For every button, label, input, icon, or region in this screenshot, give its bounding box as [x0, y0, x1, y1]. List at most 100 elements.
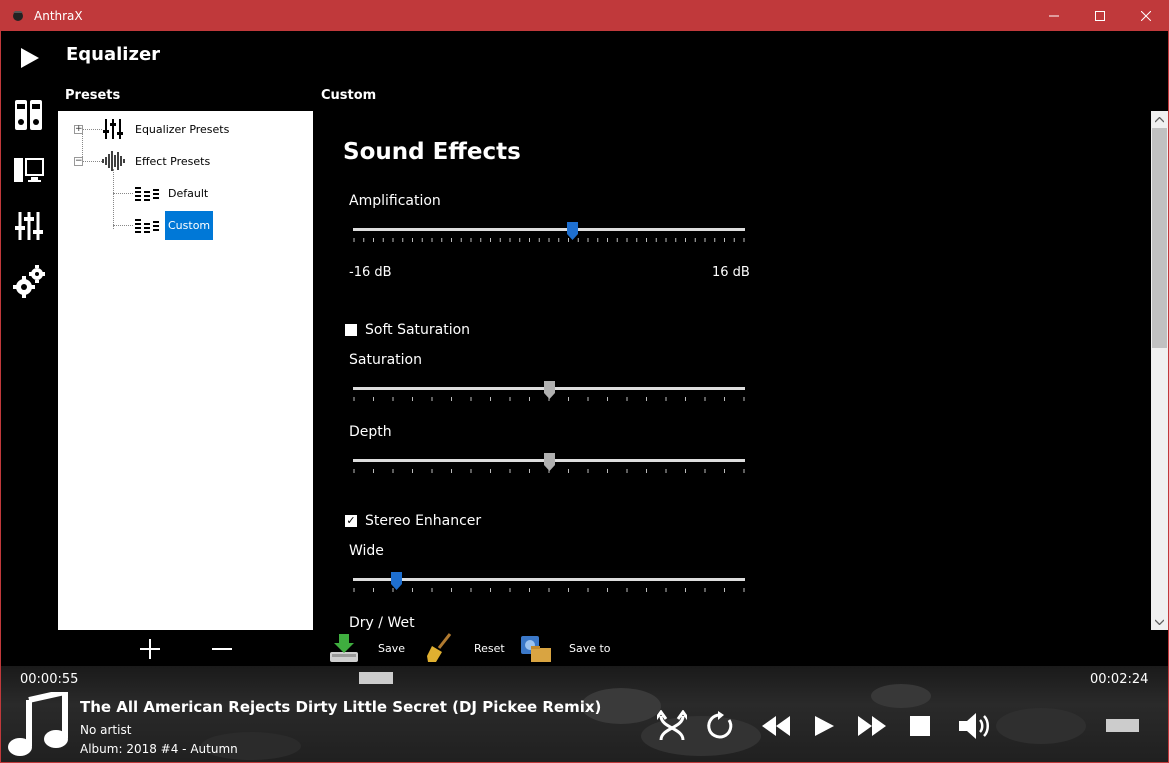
tree-node-equalizer-presets[interactable]: Equalizer Presets	[102, 115, 232, 143]
library-icon	[15, 100, 42, 130]
reset-label: Reset	[474, 641, 505, 655]
plus-icon	[140, 639, 160, 659]
wide-label: Wide	[349, 543, 384, 559]
sidebar-item-library[interactable]	[11, 97, 47, 133]
slider-thumb[interactable]	[543, 381, 555, 399]
music-note-icon	[8, 692, 68, 756]
sidebar-item-devices[interactable]	[11, 153, 47, 189]
total-time: 00:02:24	[1090, 672, 1149, 687]
minimize-icon	[1049, 15, 1059, 16]
minus-icon	[212, 648, 232, 650]
scrollbar-thumb[interactable]	[1152, 128, 1167, 348]
rewind-button[interactable]	[758, 708, 794, 744]
preset-bars-icon	[135, 219, 159, 233]
fast-forward-icon	[858, 716, 886, 736]
slider-thumb[interactable]	[543, 453, 555, 471]
amplification-min-label: -16 dB	[349, 265, 392, 280]
scroll-down-button[interactable]	[1151, 613, 1168, 630]
track-album: Album: 2018 #4 - Autumn	[80, 742, 238, 756]
sidebar	[1, 31, 57, 666]
slider-thumb[interactable]	[567, 222, 579, 240]
slider-thumb[interactable]	[390, 572, 402, 590]
rewind-icon	[762, 716, 790, 736]
window-title: AnthraX	[34, 8, 83, 23]
monitor-icon	[14, 158, 44, 182]
volume-button[interactable]	[958, 708, 994, 744]
soft-saturation-label: Soft Saturation	[365, 322, 471, 338]
tree-node-label: Equalizer Presets	[135, 122, 230, 136]
saturation-slider[interactable]	[353, 381, 745, 417]
preset-bars-icon	[135, 187, 159, 201]
tree-node-label-selected: Custom	[165, 210, 214, 240]
elapsed-time: 00:00:55	[20, 672, 79, 687]
reset-button[interactable]: Reset	[424, 632, 505, 664]
close-icon	[1141, 10, 1151, 21]
repeat-button[interactable]	[702, 708, 738, 744]
stereo-enhancer-label: Stereo Enhancer	[365, 513, 482, 529]
sidebar-item-equalizer[interactable]	[11, 208, 47, 244]
wide-slider[interactable]	[353, 572, 745, 608]
stereo-enhancer-checkbox[interactable]: ✓	[345, 515, 357, 527]
seek-slider-thumb[interactable]	[359, 672, 393, 684]
equalizer-sliders-icon	[15, 212, 43, 240]
track-artist: No artist	[80, 723, 132, 737]
tree-node-custom[interactable]: Custom	[135, 210, 214, 240]
broom-icon	[427, 633, 452, 662]
waveform-icon	[102, 151, 125, 171]
saturation-label: Saturation	[349, 352, 422, 368]
remove-preset-button[interactable]	[209, 636, 235, 662]
app-logo-icon	[13, 10, 23, 21]
depth-slider[interactable]	[353, 453, 745, 489]
player-bar: 00:00:55 00:02:24 The All American Rejec…	[1, 666, 1168, 762]
fast-forward-button[interactable]	[854, 708, 890, 744]
shuffle-icon	[657, 710, 687, 741]
equalizer-sliders-icon	[103, 119, 123, 139]
stop-icon	[910, 716, 930, 736]
preset-name-heading: Custom	[321, 88, 377, 103]
save-to-folder-icon	[521, 636, 551, 662]
page-title: Equalizer	[66, 44, 161, 65]
tree-node-effect-presets[interactable]: Effect Presets	[102, 147, 213, 175]
save-label: Save	[378, 641, 406, 655]
save-download-icon	[330, 634, 358, 662]
save-button[interactable]: Save	[328, 632, 405, 664]
stop-button[interactable]	[902, 708, 938, 744]
save-to-button[interactable]: Save to	[519, 632, 611, 664]
depth-label: Depth	[349, 424, 392, 440]
collapse-effect-presets-button[interactable]: −	[74, 157, 83, 166]
dry-wet-label: Dry / Wet	[349, 615, 415, 630]
repeat-icon	[707, 711, 733, 739]
track-title: The All American Rejects Dirty Little Se…	[80, 698, 602, 716]
section-title: Sound Effects	[343, 139, 521, 165]
scroll-up-button[interactable]	[1151, 111, 1168, 128]
amplification-slider[interactable]	[353, 222, 745, 258]
volume-slider-thumb[interactable]	[1106, 719, 1139, 732]
amplification-max-label: 16 dB	[712, 265, 750, 280]
tree-node-default[interactable]: Default	[135, 179, 211, 207]
tree-node-label: Default	[168, 186, 209, 200]
tree-node-label: Effect Presets	[135, 154, 211, 168]
close-button[interactable]	[1123, 0, 1169, 31]
play-icon	[21, 48, 39, 68]
effects-panel: Sound Effects Amplification -16 dB 16 dB…	[313, 111, 1151, 630]
save-to-label: Save to	[569, 641, 611, 655]
add-preset-button[interactable]	[137, 636, 163, 662]
play-icon	[815, 716, 834, 736]
maximize-button[interactable]	[1077, 0, 1123, 31]
soft-saturation-checkbox[interactable]	[345, 324, 357, 336]
chevron-up-icon	[1155, 116, 1164, 122]
sidebar-item-now-playing[interactable]	[11, 40, 47, 76]
title-bar: AnthraX	[0, 0, 1169, 31]
settings-gears-icon	[13, 265, 45, 298]
expand-equalizer-presets-button[interactable]: +	[74, 125, 83, 134]
sidebar-item-settings[interactable]	[11, 264, 47, 300]
shuffle-button[interactable]	[654, 708, 690, 744]
presets-heading: Presets	[65, 88, 121, 103]
volume-icon	[959, 713, 989, 739]
minimize-button[interactable]	[1031, 0, 1077, 31]
vertical-scrollbar[interactable]	[1151, 111, 1168, 630]
presets-tree: + Equalizer Presets − Effect Presets Def…	[58, 111, 313, 630]
maximize-icon	[1095, 10, 1105, 21]
amplification-label: Amplification	[349, 193, 441, 209]
play-button[interactable]	[806, 708, 842, 744]
